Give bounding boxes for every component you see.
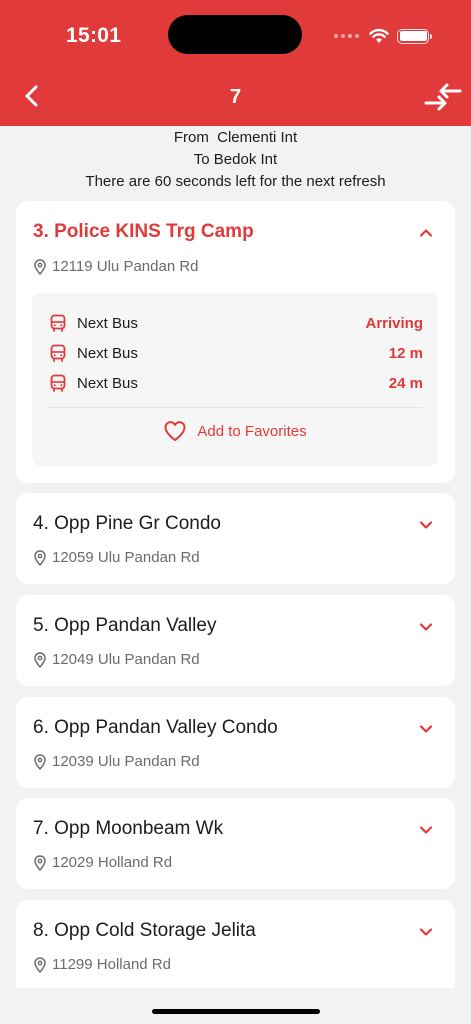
route-info: From Clementi Int To Bedok Int There are…	[0, 127, 471, 193]
stop-address-text: 12039 Ulu Pandan Rd	[52, 753, 200, 770]
cellular-signal-icon	[334, 34, 359, 38]
status-indicators	[334, 26, 432, 46]
route-from: From Clementi Int	[173, 129, 298, 146]
location-pin-icon	[34, 549, 46, 566]
stop-address: 12059 Ulu Pandan Rd	[33, 549, 200, 566]
app-header: 15:01 7	[0, 0, 471, 126]
arrival-row: Next Bus 12 m	[49, 342, 423, 364]
dynamic-island	[168, 15, 302, 54]
chevron-down-icon[interactable]	[415, 718, 437, 740]
bus-eta: 12 m	[388, 344, 423, 362]
location-pin-icon	[34, 956, 46, 973]
stop-address-text: 12119 Ulu Pandan Rd	[52, 258, 199, 275]
arrivals-panel: Next Bus Arriving Next Bus 12 m Next Bus…	[32, 293, 438, 466]
stop-name: 5. Opp Pandan Valley	[33, 615, 217, 636]
chevron-down-icon[interactable]	[415, 819, 437, 841]
bus-label: Next Bus	[77, 344, 138, 362]
location-pin-icon	[34, 854, 46, 871]
location-pin-icon	[34, 753, 46, 770]
divider	[47, 407, 423, 408]
home-indicator[interactable]	[152, 1009, 320, 1014]
wifi-icon	[369, 28, 389, 43]
stop-address-text: 12059 Ulu Pandan Rd	[52, 549, 200, 566]
status-time: 15:01	[66, 24, 122, 47]
bus-icon	[50, 374, 66, 392]
swap-arrows-icon[interactable]	[424, 82, 462, 112]
add-to-favorites-label: Add to Favorites	[197, 422, 307, 440]
stop-card[interactable]: 5. Opp Pandan Valley 12049 Ulu Pandan Rd	[16, 595, 455, 686]
arrival-row: Next Bus 24 m	[49, 372, 423, 394]
bus-eta: 24 m	[388, 374, 423, 392]
bus-icon	[50, 314, 66, 332]
stop-name: 4. Opp Pine Gr Condo	[33, 513, 221, 534]
stop-address: 12029 Holland Rd	[33, 854, 172, 871]
chevron-down-icon[interactable]	[415, 921, 437, 943]
location-pin-icon	[34, 258, 46, 275]
battery-icon	[397, 28, 432, 44]
stop-name: 7. Opp Moonbeam Wk	[33, 818, 224, 839]
stop-name: 6. Opp Pandan Valley Condo	[33, 717, 278, 738]
bus-label: Next Bus	[77, 314, 138, 332]
stop-address-text: 12029 Holland Rd	[52, 854, 173, 871]
chevron-up-icon[interactable]	[415, 222, 437, 244]
stop-name: 3. Police KINS Trg Camp	[33, 221, 254, 242]
stop-card[interactable]: 4. Opp Pine Gr Condo 12059 Ulu Pandan Rd	[16, 493, 455, 584]
stop-name: 8. Opp Cold Storage Jelita	[33, 920, 256, 941]
stop-card[interactable]: 8. Opp Cold Storage Jelita 11299 Holland…	[16, 900, 455, 988]
chevron-down-icon[interactable]	[415, 616, 437, 638]
stop-card[interactable]: 7. Opp Moonbeam Wk 12029 Holland Rd	[16, 798, 455, 889]
stop-address: 12039 Ulu Pandan Rd	[33, 753, 200, 770]
stop-address: 12119 Ulu Pandan Rd	[33, 258, 199, 275]
bus-label: Next Bus	[77, 374, 138, 392]
route-to: To Bedok Int	[193, 151, 278, 168]
heart-outline-icon	[164, 421, 186, 441]
stop-address: 12049 Ulu Pandan Rd	[33, 651, 200, 668]
location-pin-icon	[34, 651, 46, 668]
stop-address-text: 11299 Holland Rd	[52, 956, 171, 973]
page-title: 7	[229, 86, 242, 108]
bus-icon	[50, 344, 66, 362]
bus-eta: Arriving	[365, 314, 423, 332]
chevron-down-icon[interactable]	[415, 514, 437, 536]
refresh-countdown: There are 60 seconds left for the next r…	[85, 173, 386, 190]
add-to-favorites-button[interactable]: Add to Favorites	[32, 417, 438, 445]
stop-card-expanded[interactable]: 3. Police KINS Trg Camp 12119 Ulu Pandan…	[16, 201, 455, 483]
stop-address-text: 12049 Ulu Pandan Rd	[52, 651, 200, 668]
stop-card[interactable]: 6. Opp Pandan Valley Condo 12039 Ulu Pan…	[16, 697, 455, 788]
arrival-row: Next Bus Arriving	[49, 312, 423, 334]
stop-address: 11299 Holland Rd	[33, 956, 171, 973]
